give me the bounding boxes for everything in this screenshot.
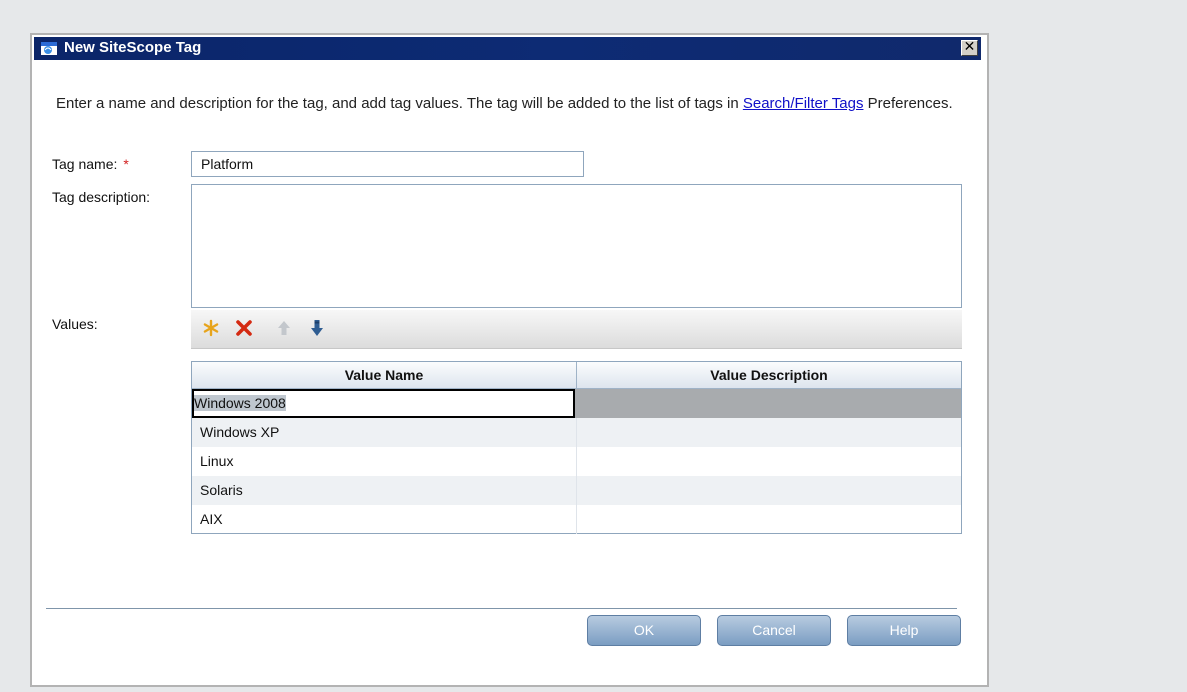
dialog-title: New SiteScope Tag	[64, 39, 202, 56]
instructions-text: Enter a name and description for the tag…	[56, 95, 743, 112]
close-icon[interactable]: ✕	[964, 39, 976, 55]
values-table: Value Name Value Description Windows 200…	[191, 361, 962, 534]
values-toolbar	[191, 310, 962, 349]
value-name-cell[interactable]: Solaris	[192, 476, 577, 505]
close-button[interactable]: ✕	[961, 40, 978, 56]
value-description-cell[interactable]	[577, 447, 961, 476]
dialog-title-bar[interactable]: New SiteScope Tag ✕	[34, 37, 981, 60]
column-header-value-name[interactable]: Value Name	[192, 362, 577, 388]
cancel-button[interactable]: Cancel	[717, 615, 831, 646]
footer-divider	[46, 608, 957, 609]
tag-description-textarea[interactable]	[191, 184, 962, 308]
table-header: Value Name Value Description	[192, 362, 961, 389]
table-row[interactable]: AIX	[192, 505, 961, 534]
value-name-cell-editing[interactable]: Windows 2008	[192, 389, 575, 418]
search-filter-tags-link[interactable]: Search/Filter Tags	[743, 95, 864, 112]
tag-name-label: Tag name: *	[52, 156, 129, 172]
value-description-cell[interactable]	[577, 476, 961, 505]
instructions-text-end: Preferences.	[863, 95, 953, 112]
delete-value-icon[interactable]	[234, 318, 254, 338]
dialog-instructions: Enter a name and description for the tag…	[56, 93, 956, 115]
value-name-cell[interactable]: Linux	[192, 447, 577, 476]
new-tag-dialog: New SiteScope Tag ✕ Enter a name and des…	[30, 33, 989, 687]
table-row[interactable]: Linux	[192, 447, 961, 476]
move-down-icon[interactable]	[307, 318, 327, 338]
value-name-cell[interactable]: AIX	[192, 505, 577, 534]
tag-description-label: Tag description:	[52, 189, 151, 205]
value-description-cell[interactable]	[574, 389, 961, 418]
value-name-edit-text[interactable]: Windows 2008	[194, 395, 286, 411]
table-row[interactable]: Solaris	[192, 476, 961, 505]
new-value-icon[interactable]	[201, 318, 221, 338]
table-row[interactable]: Windows XP	[192, 418, 961, 447]
tag-name-input[interactable]: Platform	[191, 151, 584, 177]
column-header-value-description[interactable]: Value Description	[577, 362, 961, 388]
help-button[interactable]: Help	[847, 615, 961, 646]
required-marker: *	[123, 156, 129, 172]
value-description-cell[interactable]	[577, 505, 961, 534]
value-description-cell[interactable]	[577, 418, 961, 447]
dialog-app-icon	[41, 42, 57, 55]
table-row[interactable]: Windows 2008	[192, 389, 961, 418]
move-up-icon[interactable]	[274, 318, 294, 338]
ok-button[interactable]: OK	[587, 615, 701, 646]
tag-name-label-text: Tag name:	[52, 156, 118, 172]
values-label: Values:	[52, 316, 98, 332]
value-name-cell[interactable]: Windows XP	[192, 418, 577, 447]
